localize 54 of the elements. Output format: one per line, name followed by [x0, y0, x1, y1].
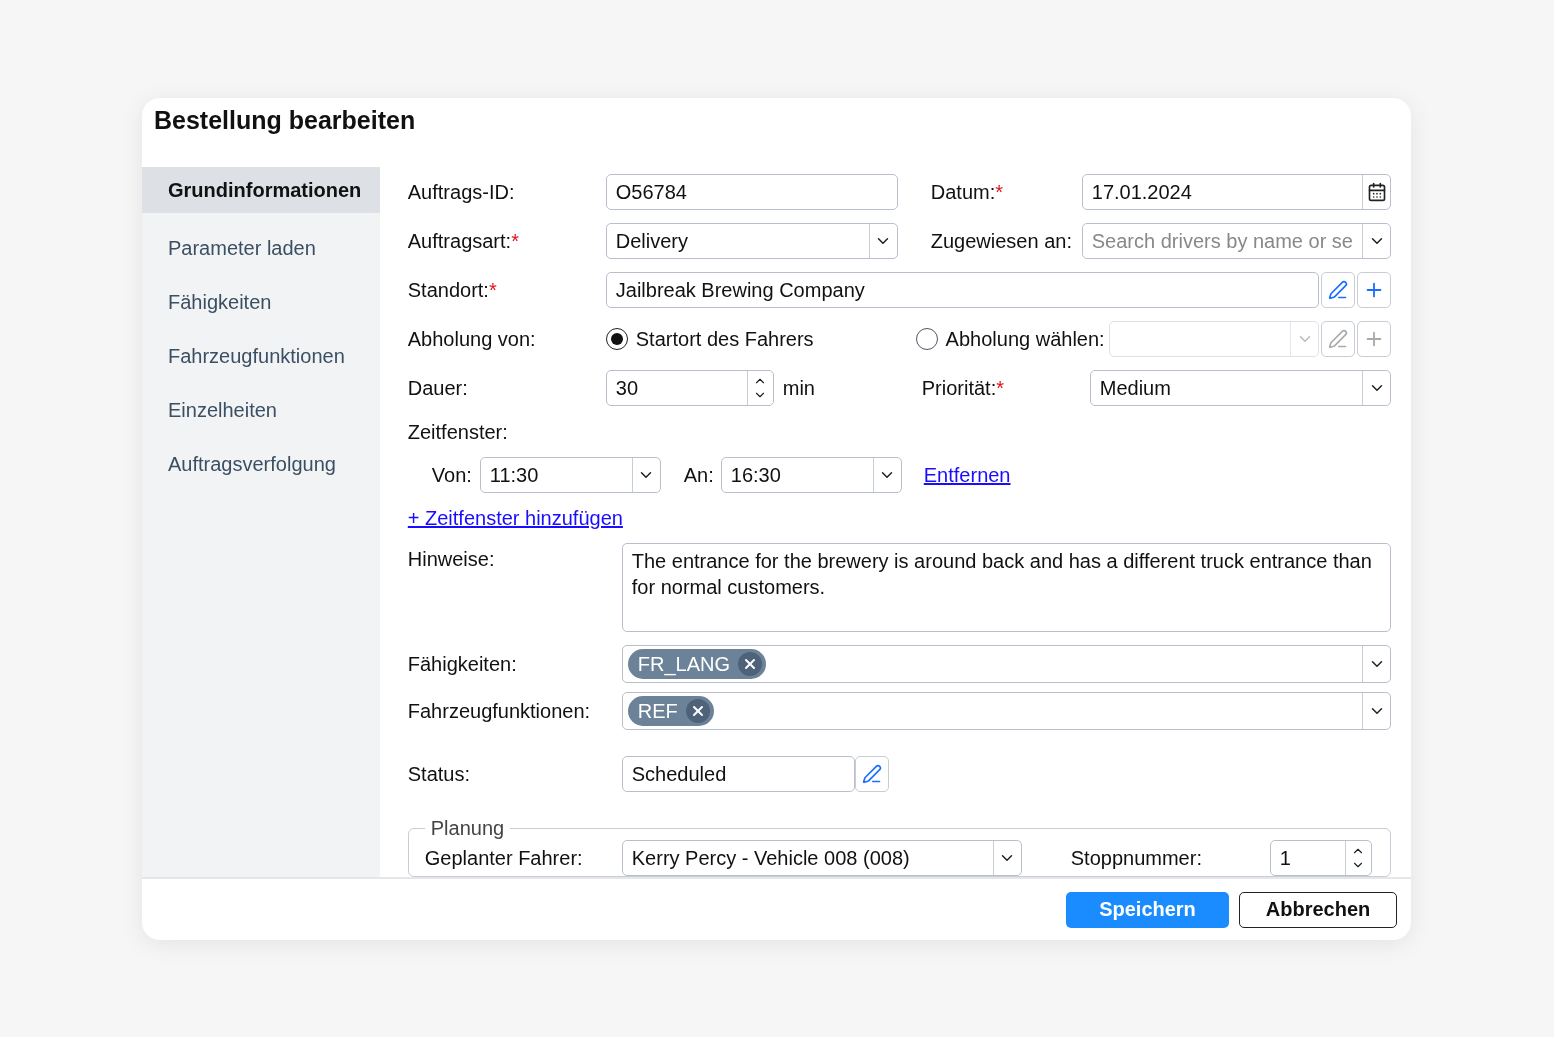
cancel-button[interactable]: Abbrechen	[1239, 891, 1397, 928]
remove-tag-icon[interactable]	[738, 652, 762, 676]
notes-field[interactable]: The entrance for the brewery is around back and has a different truck entrance than for normal customers.	[621, 543, 1391, 632]
sidebar-item[interactable]: Parameter laden	[142, 221, 380, 275]
add-time-window-link[interactable]: + Zeitfenster hinzufügen	[407, 506, 623, 530]
field-label: Priorität:*	[921, 376, 1006, 400]
field-label: Standort:*	[407, 278, 498, 302]
tag-select[interactable]: REF	[621, 692, 1391, 730]
tag: FR_LANG	[627, 649, 766, 679]
field-label: Von:	[431, 463, 473, 487]
remove-tag-icon[interactable]	[685, 699, 710, 723]
field-label: Fähigkeiten:	[407, 652, 518, 676]
edit-icon[interactable]	[854, 756, 889, 792]
group-legend: Planung	[424, 817, 511, 840]
calendar-icon	[1366, 182, 1387, 202]
field-label: Auftragsart:*	[407, 229, 520, 253]
field-label: Stoppnummer:	[1070, 846, 1203, 870]
stop-number-field[interactable]: 1	[1269, 840, 1372, 876]
location-field[interactable]: Jailbreak Brewing Company	[605, 272, 1319, 308]
sidebar-item[interactable]: Einzelheiten	[142, 383, 380, 437]
unit-label: min	[781, 376, 816, 400]
order-type-select[interactable]: Delivery	[605, 223, 898, 259]
field-label: Geplanter Fahrer:	[424, 846, 584, 870]
sidebar-item[interactable]: Auftragsverfolgung	[142, 437, 380, 491]
dialog-title: Bestellung bearbeiten	[153, 105, 417, 136]
duration-field[interactable]: 30	[605, 370, 774, 406]
section-label: Zeitfenster:	[407, 421, 509, 444]
tag: REF	[627, 696, 714, 726]
date-field[interactable]: 17.01.2024	[1081, 174, 1391, 210]
radio-option[interactable]: Startort des Fahrers	[605, 327, 814, 351]
sidebar-item[interactable]: Grundinformationen	[142, 167, 380, 213]
add-icon[interactable]	[1357, 272, 1391, 308]
field-label: Hinweise:	[407, 547, 496, 571]
driver-search-select[interactable]: Search drivers by name or se	[1081, 223, 1391, 259]
remove-link[interactable]: Entfernen	[923, 463, 1011, 487]
field-label: Abholung von:	[407, 327, 537, 351]
field-label: An:	[683, 463, 715, 487]
field-label: Status:	[407, 762, 472, 786]
radio-option[interactable]: Abholung wählen:	[915, 327, 1105, 351]
tag-select[interactable]: FR_LANG	[621, 645, 1391, 683]
field-label: Fahrzeugfunktionen:	[407, 699, 592, 723]
priority-select[interactable]: Medium	[1089, 370, 1391, 406]
field-label: Datum:*	[930, 180, 1005, 204]
edit-icon[interactable]	[1321, 272, 1355, 308]
sidebar-item[interactable]: Fahrzeugfunktionen	[142, 329, 380, 383]
driver-select[interactable]: Kerry Percy - Vehicle 008 (008)	[621, 840, 1022, 876]
sidebar-item[interactable]: Fähigkeiten	[142, 275, 380, 329]
status-field[interactable]: Scheduled	[621, 756, 855, 792]
time-select[interactable]: 16:30	[720, 457, 902, 493]
field-label: Auftrags-ID:	[407, 180, 516, 204]
field-label: Dauer:	[407, 376, 469, 400]
field-label: Zugewiesen an:	[930, 229, 1073, 253]
time-select[interactable]: 11:30	[479, 457, 661, 493]
order-id-field[interactable]: O56784	[605, 174, 898, 210]
